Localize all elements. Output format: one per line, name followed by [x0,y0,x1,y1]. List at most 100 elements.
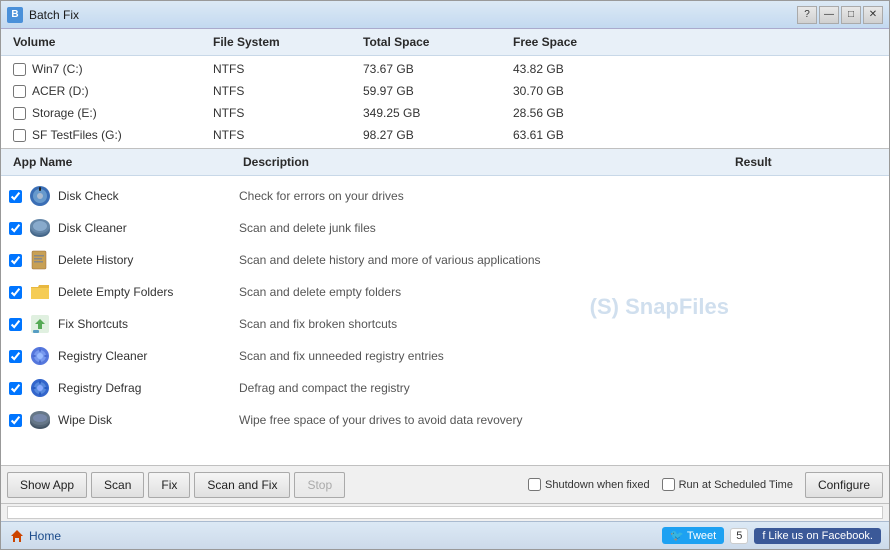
home-icon [9,528,25,544]
app-col-desc: Description [239,153,731,171]
app-checkbox-5[interactable] [9,350,22,363]
facebook-icon: f [762,530,765,542]
disk-cleaner-icon [28,216,52,240]
facebook-button[interactable]: f Like us on Facebook. [754,528,881,544]
volume-section: Volume File System Total Space Free Spac… [1,29,889,149]
app-desc-2: Scan and delete history and more of vari… [239,253,731,267]
vol-checkbox-0[interactable] [13,63,26,76]
app-name-cell-2: Delete History [9,248,239,272]
tweet-count: 5 [730,528,748,544]
social-area: 🐦 Tweet 5 f Like us on Facebook. [662,527,881,544]
app-name-cell-4: Fix Shortcuts [9,312,239,336]
app-checkbox-4[interactable] [9,318,22,331]
title-bar: B Batch Fix ? — □ ✕ [1,1,889,29]
shutdown-option[interactable]: Shutdown when fixed [528,478,650,491]
app-name-cell-1: Disk Cleaner [9,216,239,240]
vol-name-cell: Storage (E:) [9,104,209,122]
app-name-cell-7: Wipe Disk [9,408,239,432]
app-checkbox-1[interactable] [9,222,22,235]
app-desc-5: Scan and fix unneeded registry entries [239,349,731,363]
vol-checkbox-2[interactable] [13,107,26,120]
scan-button[interactable]: Scan [91,472,144,498]
disk-check-icon [28,184,52,208]
list-item: Delete History Scan and delete history a… [1,244,889,276]
registry-cleaner-icon [28,344,52,368]
app-checkbox-3[interactable] [9,286,22,299]
app-desc-1: Scan and delete junk files [239,221,731,235]
window-title: Batch Fix [29,8,797,22]
list-item: Wipe Disk Wipe free space of your drives… [1,404,889,436]
configure-button[interactable]: Configure [805,472,883,498]
vol-free-0: 43.82 GB [509,60,659,78]
apps-section: App Name Description Result Disk Check C… [1,149,889,465]
title-bar-buttons: ? — □ ✕ [797,6,883,24]
vol-col-fs: File System [209,33,359,51]
app-col-name: App Name [9,153,239,171]
scan-and-fix-button[interactable]: Scan and Fix [194,472,290,498]
app-checkbox-0[interactable] [9,190,22,203]
vol-fs-0: NTFS [209,60,359,78]
main-content: Volume File System Total Space Free Spac… [1,29,889,465]
app-name-cell-6: Registry Defrag [9,376,239,400]
main-window: B Batch Fix ? — □ ✕ Volume File System T… [0,0,890,550]
wipe-disk-icon [28,408,52,432]
app-name-cell-3: Delete Empty Folders [9,280,239,304]
app-desc-4: Scan and fix broken shortcuts [239,317,731,331]
vol-free-3: 63.61 GB [509,126,659,144]
delete-folders-icon [28,280,52,304]
vol-fs-3: NTFS [209,126,359,144]
vol-checkbox-1[interactable] [13,85,26,98]
status-bar: Home 🐦 Tweet 5 f Like us on Facebook. [1,521,889,549]
list-item: Disk Cleaner Scan and delete junk files [1,212,889,244]
app-checkbox-7[interactable] [9,414,22,427]
stop-button[interactable]: Stop [294,472,345,498]
fix-button[interactable]: Fix [148,472,190,498]
progress-bar-area [1,503,889,521]
help-button[interactable]: ? [797,6,817,24]
maximize-button[interactable]: □ [841,6,861,24]
vol-col-free: Free Space [509,33,659,51]
list-item: Fix Shortcuts Scan and fix broken shortc… [1,308,889,340]
vol-col-volume: Volume [9,33,209,51]
show-app-button[interactable]: Show App [7,472,87,498]
list-item: Delete Empty Folders Scan and delete emp… [1,276,889,308]
apps-rows: Disk Check Check for errors on your driv… [1,176,889,465]
vol-total-0: 73.67 GB [359,60,509,78]
app-name-cell-0: Disk Check [9,184,239,208]
vol-name-cell: SF TestFiles (G:) [9,126,209,144]
progress-bar [7,506,883,519]
scheduled-option[interactable]: Run at Scheduled Time [662,478,793,491]
tweet-icon: 🐦 [670,529,684,542]
app-desc-0: Check for errors on your drives [239,189,731,203]
vol-name-cell: Win7 (C:) [9,60,209,78]
list-item: Disk Check Check for errors on your driv… [1,180,889,212]
vol-col-extra [659,33,881,51]
vol-fs-2: NTFS [209,104,359,122]
app-checkbox-2[interactable] [9,254,22,267]
vol-total-2: 349.25 GB [359,104,509,122]
volume-table-header: Volume File System Total Space Free Spac… [1,29,889,56]
table-row: Storage (E:) NTFS 349.25 GB 28.56 GB [1,102,889,124]
vol-total-1: 59.97 GB [359,82,509,100]
tweet-button[interactable]: 🐦 Tweet [662,527,724,544]
scheduled-checkbox[interactable] [662,478,675,491]
registry-defrag-icon [28,376,52,400]
vol-checkbox-3[interactable] [13,129,26,142]
app-checkbox-6[interactable] [9,382,22,395]
app-desc-7: Wipe free space of your drives to avoid … [239,413,731,427]
app-col-result: Result [731,153,881,171]
list-item: Registry Defrag Defrag and compact the r… [1,372,889,404]
app-icon: B [7,7,23,23]
fix-shortcuts-icon [28,312,52,336]
minimize-button[interactable]: — [819,6,839,24]
apps-table-header: App Name Description Result [1,149,889,176]
bottom-toolbar: Show App Scan Fix Scan and Fix Stop Shut… [1,465,889,503]
vol-total-3: 98.27 GB [359,126,509,144]
table-row: SF TestFiles (G:) NTFS 98.27 GB 63.61 GB [1,124,889,146]
app-desc-6: Defrag and compact the registry [239,381,731,395]
close-button[interactable]: ✕ [863,6,883,24]
app-name-cell-5: Registry Cleaner [9,344,239,368]
home-link[interactable]: Home [9,528,61,544]
shutdown-checkbox[interactable] [528,478,541,491]
table-row: ACER (D:) NTFS 59.97 GB 30.70 GB [1,80,889,102]
